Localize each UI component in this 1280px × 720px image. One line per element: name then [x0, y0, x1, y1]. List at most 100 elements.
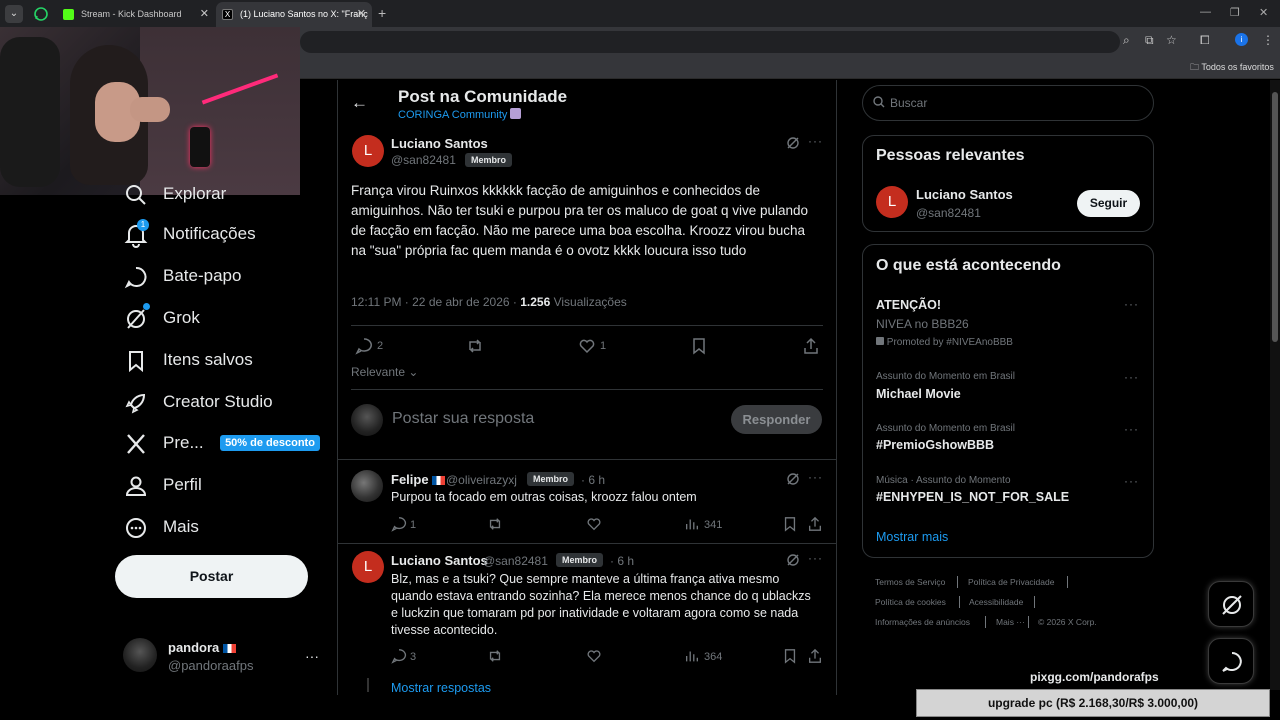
repost-icon: [489, 650, 501, 662]
zoom-icon[interactable]: ⌕: [1123, 33, 1130, 48]
browser-menu-icon[interactable]: ⋮: [1262, 33, 1274, 47]
extensions-icon[interactable]: ⧠: [1200, 33, 1210, 48]
address-bar[interactable]: [300, 31, 1120, 53]
show-more-link[interactable]: Mostrar mais: [876, 530, 948, 544]
new-tab-button[interactable]: +: [378, 5, 386, 21]
grok-icon[interactable]: [786, 136, 800, 150]
close-tab-icon[interactable]: ✕: [357, 2, 366, 27]
reply-more-icon[interactable]: ···: [808, 551, 823, 565]
post-author-handle[interactable]: @san82481: [391, 153, 456, 167]
more-circle-icon: [126, 518, 146, 538]
post-button[interactable]: Postar: [115, 555, 308, 598]
trend-more-icon[interactable]: ···: [1124, 474, 1139, 488]
account-avatar[interactable]: [123, 638, 157, 672]
reply-avatar[interactable]: [351, 470, 383, 502]
footer-link-accessibility[interactable]: Acessibilidade: [969, 597, 1023, 607]
divider: [351, 389, 823, 390]
reply-author-handle[interactable]: @san82481: [483, 554, 548, 568]
post-author-name[interactable]: Luciano Santos: [391, 136, 488, 151]
profile-icon[interactable]: i: [1235, 33, 1248, 46]
grok-indicator-dot: [143, 303, 150, 310]
heart-icon: [579, 339, 595, 354]
follow-button[interactable]: Seguir: [1077, 190, 1140, 217]
notification-badge: 1: [137, 219, 149, 231]
footer-link-more[interactable]: Mais ···: [996, 617, 1025, 627]
rocket-icon: [125, 393, 146, 414]
tab-x-post[interactable]: X (1) Luciano Santos no X: "Franç ✕: [216, 2, 372, 27]
account-name[interactable]: pandora: [168, 640, 236, 655]
footer-link-terms[interactable]: Termos de Serviço: [875, 577, 945, 587]
reply-text: Purpou ta focado em outras coisas, krooz…: [391, 490, 697, 504]
community-link[interactable]: CORINGA Community: [398, 108, 522, 121]
person-name[interactable]: Luciano Santos: [916, 187, 1013, 202]
reply-author-handle[interactable]: @oliveirazyxj: [446, 473, 517, 487]
footer-separator: [1034, 596, 1035, 608]
grok-icon[interactable]: [786, 553, 800, 567]
footer-link-privacy[interactable]: Política de Privacidade: [968, 577, 1054, 587]
bookmark-star-icon[interactable]: ☆: [1166, 33, 1177, 47]
reply-button[interactable]: Responder: [731, 405, 822, 434]
reply-time: · 6 h: [581, 473, 606, 487]
reply-author-name[interactable]: Luciano Santos: [391, 553, 488, 568]
reply-input[interactable]: Postar sua resposta: [392, 410, 534, 428]
trend-name[interactable]: ATENÇÃO!: [876, 298, 941, 312]
trend-more-icon[interactable]: ···: [1124, 422, 1139, 436]
chat-icon: [1222, 652, 1242, 672]
grok-icon[interactable]: [786, 472, 800, 486]
reply-avatar[interactable]: L: [352, 551, 384, 583]
chevron-down-icon: ⌄: [405, 365, 419, 379]
reply-icon: [391, 517, 407, 532]
trend-name[interactable]: #PremioGshowBBB: [876, 438, 994, 452]
footer-separator: [1067, 576, 1068, 588]
close-tab-icon[interactable]: ✕: [200, 2, 209, 27]
account-more-icon[interactable]: ···: [305, 648, 319, 664]
show-replies-link[interactable]: Mostrar respostas: [391, 681, 491, 695]
france-flag-icon: [432, 476, 446, 485]
search-input[interactable]: [890, 93, 1140, 113]
nav-label: Pre...: [163, 433, 204, 452]
trend-name[interactable]: #ENHYPEN_IS_NOT_FOR_SALE: [876, 490, 1069, 504]
author-avatar[interactable]: L: [352, 135, 384, 167]
trend-more-icon[interactable]: ···: [1124, 370, 1139, 384]
divider: [351, 325, 823, 326]
tab-title: (1) Luciano Santos no X: "Franç: [240, 9, 368, 19]
whatsapp-pinned-tab[interactable]: [31, 4, 51, 24]
nav-label: Creator Studio: [163, 392, 273, 411]
nav-label: Notificações: [163, 224, 256, 243]
analytics-icon: [686, 651, 698, 662]
donation-goal-bar: upgrade pc (R$ 2.168,30/R$ 3.000,00): [916, 689, 1270, 717]
person-handle[interactable]: @san82481: [916, 206, 981, 220]
back-arrow-icon[interactable]: ←: [351, 93, 368, 113]
cast-icon[interactable]: ⧉: [1145, 33, 1154, 48]
trend-more-icon[interactable]: ···: [1124, 297, 1139, 311]
reply-author-name[interactable]: Felipe: [391, 472, 446, 487]
minimize-icon[interactable]: —: [1200, 6, 1211, 18]
person-avatar[interactable]: L: [876, 186, 908, 218]
grok-fab-button[interactable]: [1208, 581, 1254, 627]
premium-discount-badge: 50% de desconto: [220, 435, 320, 451]
bookmark-icon: [784, 649, 796, 664]
trend-name[interactable]: Michael Movie: [876, 387, 961, 401]
close-window-icon[interactable]: ✕: [1259, 6, 1268, 19]
sort-replies-dropdown[interactable]: Relevante ⌄: [351, 365, 418, 379]
post-more-icon[interactable]: ···: [808, 134, 823, 148]
messages-fab-button[interactable]: [1208, 638, 1254, 684]
footer-link-cookies[interactable]: Política de cookies: [875, 597, 946, 607]
all-bookmarks[interactable]: 🗀 Todos os favoritos: [1190, 60, 1274, 76]
scrollbar-thumb[interactable]: [1272, 92, 1278, 342]
x-favicon-icon: X: [222, 9, 233, 20]
member-badge: Membro: [556, 553, 604, 567]
post-text: França virou Ruinxos kkkkkk facção de am…: [351, 183, 809, 258]
member-badge: Membro: [465, 153, 513, 167]
tab-search-button[interactable]: ⌄: [5, 5, 23, 23]
person-icon: [125, 476, 147, 496]
tab-kick-dashboard[interactable]: Stream - Kick Dashboard ✕: [57, 2, 215, 27]
footer-copyright: © 2026 X Corp.: [1038, 617, 1097, 627]
member-badge: Membro: [527, 472, 575, 486]
chat-icon: [124, 266, 147, 289]
reply-more-icon[interactable]: ···: [808, 470, 823, 484]
heart-icon: [587, 518, 601, 531]
nav-label: Mais: [163, 517, 199, 536]
footer-link-ads-info[interactable]: Informações de anúncios: [875, 617, 970, 627]
restore-icon[interactable]: ❐: [1230, 6, 1240, 19]
